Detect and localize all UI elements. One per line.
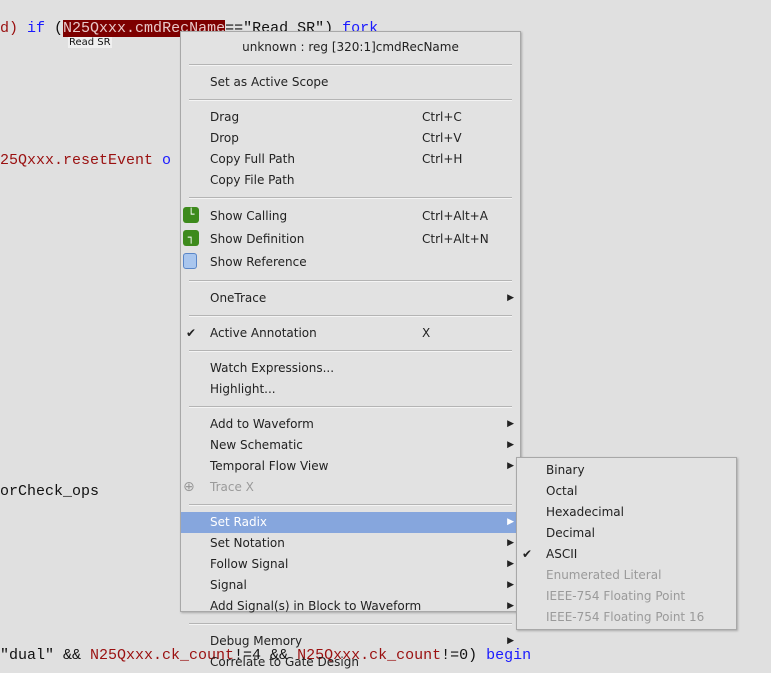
submenu-arrow-icon: ▶ xyxy=(507,440,514,450)
menu-item-label: Set as Active Scope xyxy=(210,75,329,89)
radix-item-decimal[interactable]: Decimal xyxy=(517,523,736,544)
menu-item-highlight[interactable]: Highlight... xyxy=(181,379,520,400)
menu-item-label: Debug Memory xyxy=(210,634,303,648)
menu-item-label: Signal xyxy=(210,578,247,592)
menu-item-label: Set Radix xyxy=(210,515,267,529)
menu-item-label: New Schematic xyxy=(210,438,303,452)
trace-x-icon: ⊕ xyxy=(183,479,195,495)
submenu-arrow-icon: ▶ xyxy=(507,636,514,646)
menu-item-label: OneTrace xyxy=(210,291,267,305)
menu-item-label: Copy File Path xyxy=(210,173,295,187)
radix-submenu: Binary Octal Hexadecimal Decimal ✔ ASCII Enume… xyxy=(516,457,737,630)
annotation-tooltip: Read SR xyxy=(68,37,112,48)
shortcut-label: Ctrl+H xyxy=(422,152,463,166)
checkmark-icon: ✔ xyxy=(186,326,197,340)
menu-item-label: Copy Full Path xyxy=(210,152,295,166)
menu-item-add-to-waveform[interactable]: Add to Waveform ▶ xyxy=(181,414,520,435)
menu-item-show-definition[interactable]: ┐ Show Definition Ctrl+Alt+N xyxy=(181,228,520,251)
checkmark-icon: ✔ xyxy=(522,547,533,561)
menu-item-label: Drop xyxy=(210,131,239,145)
menu-item-label: Binary xyxy=(546,463,585,477)
menu-separator xyxy=(189,504,512,506)
shortcut-label: Ctrl+Alt+N xyxy=(422,232,489,246)
menu-item-label: Show Calling xyxy=(210,209,288,223)
menu-item-label: Show Reference xyxy=(210,255,307,269)
submenu-arrow-icon: ▶ xyxy=(507,293,514,303)
menu-item-label: Enumerated Literal xyxy=(546,568,662,582)
menu-separator xyxy=(189,197,512,199)
menu-item-set-as-active-scope[interactable]: Set as Active Scope xyxy=(181,72,520,93)
menu-header: unknown : reg [320:1]cmdRecName xyxy=(242,40,459,54)
menu-item-trace-x: ⊕ Trace X xyxy=(181,477,520,498)
radix-item-binary[interactable]: Binary xyxy=(517,460,736,481)
menu-item-add-signal-s-in-block-to-waveform[interactable]: Add Signal(s) in Block to Waveform ▶ xyxy=(181,596,520,617)
menu-item-label: Trace X xyxy=(210,480,254,494)
menu-item-set-radix[interactable]: Set Radix ▶ xyxy=(181,512,520,533)
menu-item-label: Hexadecimal xyxy=(546,505,624,519)
menu-item-label: Add Signal(s) in Block to Waveform xyxy=(210,599,422,613)
menu-item-temporal-flow-view[interactable]: Temporal Flow View ▶ xyxy=(181,456,520,477)
menu-item-label: Highlight... xyxy=(210,382,276,396)
menu-item-show-calling[interactable]: └ Show Calling Ctrl+Alt+A xyxy=(181,205,520,228)
menu-item-active-annotation[interactable]: ✔ Active Annotation X xyxy=(181,323,520,344)
menu-item-label: Show Definition xyxy=(210,232,305,246)
menu-item-show-reference[interactable]: Show Reference xyxy=(181,251,520,274)
submenu-arrow-icon: ▶ xyxy=(507,559,514,569)
submenu-arrow-icon: ▶ xyxy=(507,601,514,611)
code-line-ops: orCheck_ops xyxy=(0,483,100,500)
show-definition-icon: ┐ xyxy=(183,230,199,246)
menu-item-label: Decimal xyxy=(546,526,595,540)
submenu-arrow-icon: ▶ xyxy=(507,538,514,548)
menu-item-label: Set Notation xyxy=(210,536,285,550)
menu-item-label: ASCII xyxy=(546,547,578,561)
menu-separator xyxy=(189,64,512,66)
radix-item-hexadecimal[interactable]: Hexadecimal xyxy=(517,502,736,523)
menu-item-debug-memory[interactable]: Debug Memory ▶ xyxy=(181,631,520,652)
menu-separator xyxy=(189,350,512,352)
menu-separator xyxy=(189,315,512,317)
code-line-reset: 25Qxxx.resetEvent o xyxy=(0,152,172,169)
menu-item-watch-expressions[interactable]: Watch Expressions... xyxy=(181,358,520,379)
radix-item-octal[interactable]: Octal xyxy=(517,481,736,502)
menu-item-onetrace[interactable]: OneTrace ▶ xyxy=(181,288,520,309)
submenu-arrow-icon: ▶ xyxy=(507,517,514,527)
radix-item-ascii[interactable]: ✔ ASCII xyxy=(517,544,736,565)
submenu-arrow-icon: ▶ xyxy=(507,580,514,590)
radix-item-ieee-754-floating-point-16: IEEE-754 Floating Point 16 xyxy=(517,607,736,628)
show-reference-icon xyxy=(183,253,197,269)
menu-item-drag[interactable]: Drag Ctrl+C xyxy=(181,107,520,128)
menu-item-follow-signal[interactable]: Follow Signal ▶ xyxy=(181,554,520,575)
menu-item-label: IEEE-754 Floating Point 16 xyxy=(546,610,705,624)
menu-item-label: IEEE-754 Floating Point xyxy=(546,589,686,603)
context-menu: unknown : reg [320:1]cmdRecName Set as A… xyxy=(180,31,521,669)
menu-item-signal[interactable]: Signal ▶ xyxy=(181,575,520,596)
radix-item-ieee-754-floating-point: IEEE-754 Floating Point xyxy=(517,586,736,607)
menu-separator xyxy=(189,280,512,282)
menu-item-label: Follow Signal xyxy=(210,557,289,571)
shortcut-label: Ctrl+C xyxy=(422,110,462,124)
menu-item-label: Temporal Flow View xyxy=(210,459,329,473)
menu-item-set-notation[interactable]: Set Notation ▶ xyxy=(181,533,520,554)
menu-item-label: Add to Waveform xyxy=(210,417,314,431)
shortcut-label: X xyxy=(422,326,431,340)
shortcut-label: Ctrl+V xyxy=(422,131,462,145)
menu-item-copy-file-path[interactable]: Copy File Path xyxy=(181,170,520,191)
menu-item-label: Octal xyxy=(546,484,578,498)
menu-separator xyxy=(189,623,512,625)
menu-separator xyxy=(189,99,512,101)
menu-separator xyxy=(189,406,512,408)
menu-item-label: Correlate to Gate Design xyxy=(210,655,359,669)
menu-item-correlate-to-gate-design[interactable]: Correlate to Gate Design xyxy=(181,652,520,673)
show-calling-icon: └ xyxy=(183,207,199,223)
menu-item-label: Active Annotation xyxy=(210,326,317,340)
radix-item-enumerated-literal: Enumerated Literal xyxy=(517,565,736,586)
shortcut-label: Ctrl+Alt+A xyxy=(422,209,488,223)
submenu-arrow-icon: ▶ xyxy=(507,461,514,471)
menu-item-drop[interactable]: Drop Ctrl+V xyxy=(181,128,520,149)
menu-item-label: Watch Expressions... xyxy=(210,361,335,375)
submenu-arrow-icon: ▶ xyxy=(507,419,514,429)
menu-item-copy-full-path[interactable]: Copy Full Path Ctrl+H xyxy=(181,149,520,170)
menu-item-label: Drag xyxy=(210,110,240,124)
menu-item-new-schematic[interactable]: New Schematic ▶ xyxy=(181,435,520,456)
